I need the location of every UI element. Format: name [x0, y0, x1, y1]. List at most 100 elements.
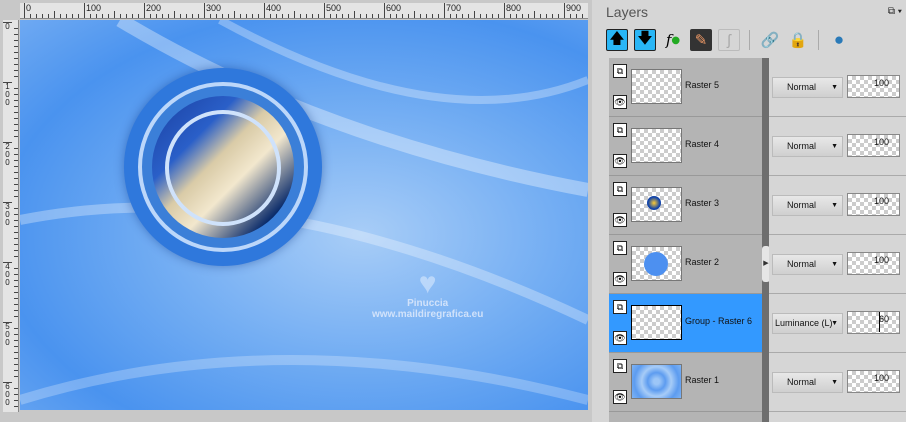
ruler-tick	[378, 14, 379, 18]
image-canvas[interactable]: ♥ Pinuccia www.maildiregrafica.eu	[20, 20, 588, 410]
ruler-tick	[14, 172, 18, 173]
lock-icon[interactable]: 🔒	[787, 29, 809, 51]
layer-row[interactable]: ⧉ 👁 Raster 3	[609, 176, 762, 235]
chevron-down-icon: ▼	[831, 84, 838, 91]
dropdown-icon[interactable]: ▾	[898, 6, 902, 17]
ruler-tick	[390, 14, 391, 18]
ruler-tick	[114, 11, 115, 18]
ruler-tick	[492, 14, 493, 18]
ruler-tick	[14, 100, 18, 101]
ruler-tick	[14, 334, 18, 335]
ruler-tick	[456, 14, 457, 18]
ruler-tick	[528, 14, 529, 18]
blend-mode-dropdown[interactable]: Normal ▼	[772, 195, 843, 216]
layer-row[interactable]: ⧉ 👁 Raster 4	[609, 117, 762, 176]
ruler-label: 500	[324, 3, 341, 18]
ruler-tick	[486, 14, 487, 18]
ruler-tick	[192, 14, 193, 18]
move-layer-down-icon[interactable]: 🡇	[634, 29, 656, 51]
move-layer-up-icon[interactable]: 🡅	[606, 29, 628, 51]
ruler-tick	[156, 14, 157, 18]
layer-name: Group - Raster 6	[685, 316, 753, 326]
ruler-tick	[36, 14, 37, 18]
ruler-label: 400	[3, 262, 12, 287]
ruler-tick	[14, 154, 18, 155]
blend-mode-dropdown[interactable]: Luminance (L) ▼	[772, 313, 843, 334]
eye-visibility-icon[interactable]: 👁	[613, 154, 627, 168]
ruler-tick	[498, 14, 499, 18]
blend-mode-dropdown[interactable]: Normal ▼	[772, 372, 843, 393]
ruler-label: 900	[564, 3, 581, 18]
blend-mode-dropdown[interactable]: Normal ▼	[772, 77, 843, 98]
ruler-tick	[108, 14, 109, 18]
layer-row[interactable]: ⧉ 👁 Raster 5	[609, 58, 762, 117]
blend-mode-value: Normal	[787, 200, 817, 210]
layer-row[interactable]: ⧉ 👁 Raster 1	[609, 353, 762, 412]
ruler-tick	[14, 298, 18, 299]
new-layer-icon[interactable]: ●	[828, 29, 850, 51]
opacity-marker	[879, 312, 880, 332]
opacity-slider[interactable]: 60	[847, 311, 900, 334]
ruler-tick	[186, 14, 187, 18]
ruler-tick	[282, 14, 283, 18]
edit-layer-icon[interactable]: ✎	[690, 29, 712, 51]
ruler-tick	[438, 14, 439, 18]
ruler-tick	[14, 400, 18, 401]
ruler-tick	[14, 136, 18, 137]
ruler-tick	[360, 14, 361, 18]
canvas-area[interactable]: 0 100 200 300 400 500 600 700 800 900 0 100 200 300 4…	[0, 0, 592, 422]
eye-visibility-icon[interactable]: 👁	[613, 331, 627, 345]
opacity-slider[interactable]: 100	[847, 370, 900, 393]
watermark-url: www.maildiregrafica.eu	[372, 309, 484, 320]
blend-mode-dropdown[interactable]: Normal ▼	[772, 136, 843, 157]
ruler-tick	[42, 14, 43, 18]
ruler-label: 400	[264, 3, 281, 18]
eye-visibility-icon[interactable]: 👁	[613, 390, 627, 404]
layer-type-icon: ⧉	[613, 300, 627, 314]
ruler-tick	[14, 352, 18, 353]
layer-row[interactable]: ⧉ 👁 Group - Raster 6	[609, 294, 762, 353]
link-icon[interactable]: 🔗	[759, 29, 781, 51]
ruler-tick	[558, 14, 559, 18]
eye-visibility-icon[interactable]: 👁	[613, 95, 627, 109]
fx-disabled-icon: ʃ	[718, 29, 740, 51]
ruler-label: 700	[444, 3, 461, 18]
opacity-slider[interactable]: 100	[847, 75, 900, 98]
panel-splitter[interactable]	[762, 58, 769, 422]
ruler-tick	[216, 14, 217, 18]
blend-mode-dropdown[interactable]: Normal ▼	[772, 254, 843, 275]
layer-row[interactable]: ⧉ 👁 Raster 2	[609, 235, 762, 294]
ruler-tick	[150, 14, 151, 18]
opacity-value: 100	[873, 137, 889, 147]
layers-toolbar: 🡅 🡇 f ● ✎ ʃ 🔗 🔒 ●	[606, 28, 850, 52]
layer-list[interactable]: ⧉ 👁 Raster 5 ⧉ 👁 Raster 4 ⧉ 👁 Raster 3 ⧉ 👁 …	[609, 58, 762, 422]
ruler-tick	[306, 14, 307, 18]
ruler-tick	[480, 14, 481, 18]
ruler-tick	[14, 292, 18, 293]
ruler-tick	[14, 178, 18, 179]
ruler-tick	[14, 394, 18, 395]
opacity-slider[interactable]: 100	[847, 134, 900, 157]
opacity-value: 60	[878, 314, 889, 324]
opacity-slider[interactable]: 100	[847, 252, 900, 275]
layer-thumbnail	[631, 128, 682, 163]
ruler-tick	[14, 286, 18, 287]
restore-icon[interactable]: ⧉	[888, 6, 895, 17]
ruler-tick	[210, 14, 211, 18]
layer-name: Raster 5	[685, 80, 720, 90]
ruler-tick	[180, 14, 181, 18]
opacity-value: 100	[873, 196, 889, 206]
eye-visibility-icon[interactable]: 👁	[613, 272, 627, 286]
ruler-tick	[14, 70, 18, 71]
eye-visibility-icon[interactable]: 👁	[613, 213, 627, 227]
layer-name: Raster 4	[685, 139, 720, 149]
ruler-tick	[420, 14, 421, 18]
toolbar-separator	[818, 30, 819, 50]
layer-type-icon: ⧉	[613, 123, 627, 137]
horizontal-ruler: 0 100 200 300 400 500 600 700 800 900	[20, 3, 588, 19]
opacity-slider[interactable]: 100	[847, 193, 900, 216]
ruler-tick	[234, 11, 235, 18]
ruler-tick	[270, 14, 271, 18]
ruler-tick	[78, 14, 79, 18]
layer-effects-visibility-icon[interactable]: f ●	[662, 29, 684, 51]
